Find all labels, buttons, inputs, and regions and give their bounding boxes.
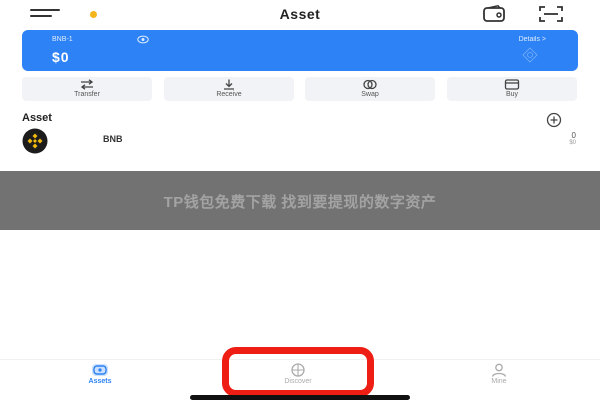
wallet-icon[interactable]	[482, 5, 508, 23]
transfer-label: Transfer	[74, 91, 100, 98]
assets-icon	[92, 364, 108, 376]
swap-button[interactable]: Swap	[305, 77, 435, 101]
token-name: BNB	[103, 134, 123, 144]
buy-label: Buy	[505, 91, 519, 98]
token-fiat-value: $0	[569, 140, 576, 146]
receive-icon	[224, 79, 234, 90]
token-amount: 0	[571, 131, 576, 140]
top-bar: Asset	[0, 0, 600, 28]
home-indicator	[190, 395, 410, 400]
discover-icon	[291, 363, 305, 377]
transfer-button[interactable]: Transfer	[22, 77, 152, 101]
nav-label-assets: Assets	[88, 378, 112, 385]
nav-label-discover: Discover	[284, 378, 312, 385]
watermark-text: TP钱包免费下载 找到要提现的数字资产	[163, 194, 437, 211]
bnb-token-icon	[22, 128, 48, 154]
card-decoration-icon	[522, 47, 538, 63]
bottom-nav: Assets Discover Mine	[0, 359, 600, 400]
details-link[interactable]: Details >	[519, 36, 546, 43]
asset-section-heading: Asset	[22, 112, 52, 124]
swap-icon	[363, 79, 377, 90]
eye-icon[interactable]	[137, 35, 149, 44]
buy-icon	[504, 79, 520, 90]
transfer-icon	[80, 79, 94, 90]
nav-item-mine[interactable]: Mine	[439, 360, 559, 400]
wallet-name: BNB-1	[52, 36, 73, 43]
receive-label: Receive	[216, 91, 242, 98]
watermark-banner: TP钱包免费下载 找到要提现的数字资产	[0, 171, 600, 230]
wallet-card[interactable]: BNB-1 $0 Details >	[22, 30, 578, 71]
asset-row-bnb[interactable]: BNB 0 $0	[0, 126, 600, 154]
nav-item-assets[interactable]: Assets	[40, 360, 160, 400]
nav-label-mine: Mine	[491, 378, 507, 385]
wallet-balance: $0	[52, 49, 70, 65]
buy-button[interactable]: Buy	[447, 77, 577, 101]
receive-button[interactable]: Receive	[164, 77, 294, 101]
mine-icon	[491, 363, 507, 377]
swap-label: Swap	[361, 91, 379, 98]
page-title: Asset	[279, 6, 321, 22]
nav-item-discover[interactable]: Discover	[238, 360, 358, 400]
scan-icon[interactable]	[538, 5, 564, 23]
